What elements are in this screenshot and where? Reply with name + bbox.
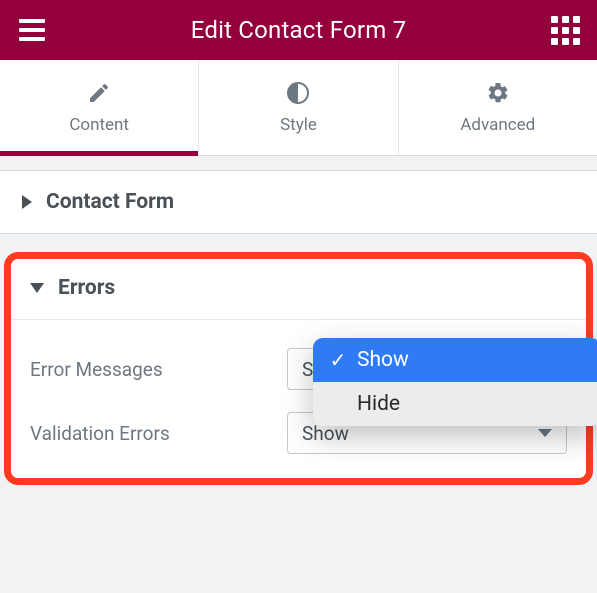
header: Edit Contact Form 7 xyxy=(0,0,597,60)
tabs: Content Style Advanced xyxy=(0,60,597,156)
option-label: Hide xyxy=(357,392,400,416)
option-show[interactable]: ✓ Show xyxy=(313,338,597,382)
pencil-icon xyxy=(87,81,111,105)
tab-label: Advanced xyxy=(460,115,535,135)
error-messages-dropdown: ✓ Show ✓ Hide xyxy=(313,338,597,426)
section-toggle-contact-form[interactable]: Contact Form xyxy=(0,171,597,233)
control-error-messages: Error Messages Show ✓ Show ✓ Hide xyxy=(30,348,567,390)
option-label: Show xyxy=(357,348,409,372)
apps-icon[interactable] xyxy=(551,16,579,44)
gear-icon xyxy=(486,81,510,105)
tab-label: Content xyxy=(69,115,129,135)
section-contact-form: Contact Form xyxy=(0,170,597,234)
chevron-down-icon xyxy=(538,429,552,437)
section-title: Errors xyxy=(58,276,115,300)
contrast-icon xyxy=(286,81,310,105)
highlight-frame: Errors Error Messages Show ✓ Show ✓ H xyxy=(0,248,597,489)
section-toggle-errors[interactable]: Errors xyxy=(8,257,589,319)
tab-advanced[interactable]: Advanced xyxy=(398,60,597,155)
menu-icon[interactable] xyxy=(18,16,46,44)
check-icon: ✓ xyxy=(325,348,351,372)
option-hide[interactable]: ✓ Hide xyxy=(313,382,597,426)
tab-label: Style xyxy=(280,115,317,135)
tab-content[interactable]: Content xyxy=(0,60,198,155)
section-errors: Errors Error Messages Show ✓ Show ✓ H xyxy=(8,256,589,481)
page-title: Edit Contact Form 7 xyxy=(191,16,407,44)
control-label: Validation Errors xyxy=(30,422,170,445)
section-title: Contact Form xyxy=(46,190,174,214)
caret-down-icon xyxy=(30,283,44,293)
control-label: Error Messages xyxy=(30,358,163,381)
tab-style[interactable]: Style xyxy=(198,60,397,155)
caret-right-icon xyxy=(22,195,32,209)
